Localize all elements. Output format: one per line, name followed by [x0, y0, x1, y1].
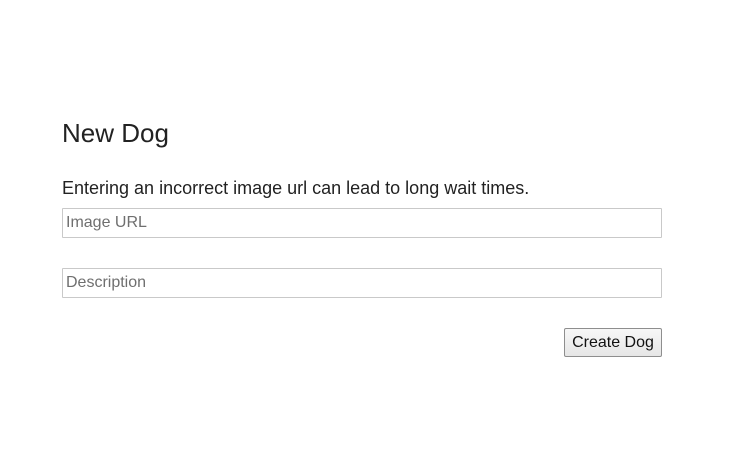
new-dog-form: New Dog Entering an incorrect image url … — [62, 0, 662, 469]
page-title: New Dog — [62, 118, 169, 148]
create-dog-button[interactable]: Create Dog — [564, 328, 662, 357]
image-url-input[interactable] — [62, 208, 662, 238]
description-input[interactable] — [62, 268, 662, 298]
image-url-warning: Entering an incorrect image url can lead… — [62, 178, 530, 198]
